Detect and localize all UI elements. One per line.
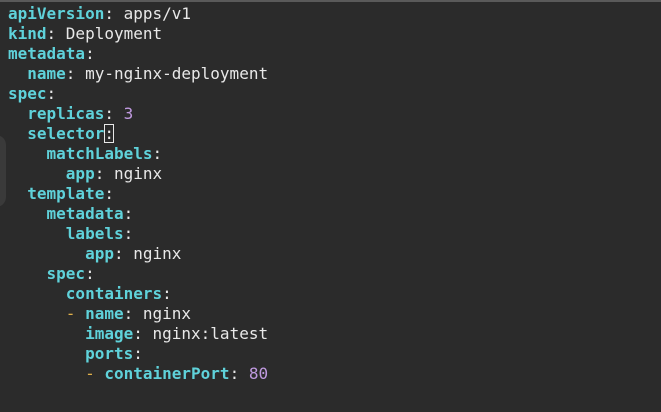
list-dash: - (85, 364, 105, 383)
yaml-key: app (65, 164, 95, 183)
code-line[interactable]: selector: (8, 124, 268, 144)
yaml-key: matchLabels (46, 144, 153, 163)
yaml-separator: : (104, 4, 124, 23)
yaml-separator: : (85, 264, 95, 283)
yaml-separator: : (104, 104, 124, 123)
yaml-key: containers (65, 284, 163, 303)
yaml-key: spec (8, 84, 47, 103)
code-line[interactable]: replicas: 3 (8, 104, 268, 124)
yaml-key: ports (85, 344, 134, 363)
code-line[interactable]: metadata: (8, 44, 268, 64)
code-editor[interactable]: apiVersion: apps/v1 kind: Deployment metad… (0, 0, 661, 412)
yaml-separator: : (85, 44, 95, 63)
yaml-key: name (27, 64, 66, 83)
side-panel-handle[interactable] (0, 135, 6, 207)
yaml-separator: : (162, 284, 172, 303)
code-line[interactable]: spec: (8, 264, 268, 284)
yaml-separator: : (133, 344, 143, 363)
code-line[interactable]: template: (8, 184, 268, 204)
yaml-key: metadata (8, 44, 86, 63)
yaml-separator: : (113, 244, 134, 263)
yaml-separator: : (65, 64, 86, 83)
yaml-key: apiVersion (8, 4, 105, 23)
yaml-separator: : (123, 204, 134, 223)
yaml-value: nginx (113, 164, 163, 183)
code-line[interactable]: labels: (8, 224, 268, 244)
yaml-value: my-nginx-deployment (85, 64, 269, 83)
editor-top-border (0, 0, 661, 2)
yaml-separator: : (46, 24, 66, 43)
yaml-key: metadata (46, 204, 124, 223)
code-line[interactable]: ports: (8, 344, 268, 364)
yaml-key: kind (8, 24, 47, 43)
code-line[interactable]: name: my-nginx-deployment (8, 64, 268, 84)
code-line[interactable]: spec: (8, 84, 268, 104)
code-line[interactable]: - name: nginx (8, 304, 268, 324)
yaml-key: image (85, 324, 134, 343)
yaml-value: apps/v1 (123, 4, 192, 23)
yaml-key: containerPort (104, 364, 230, 383)
yaml-value: 3 (123, 104, 134, 123)
code-line[interactable]: app: nginx (8, 244, 268, 264)
yaml-value: 80 (248, 364, 269, 383)
code-line[interactable]: apiVersion: apps/v1 (8, 4, 268, 24)
yaml-separator: : (46, 84, 57, 103)
yaml-key: template (27, 184, 105, 203)
code-line[interactable]: image: nginx:latest (8, 324, 268, 344)
yaml-key: selector (27, 124, 105, 143)
code-area[interactable]: apiVersion: apps/v1 kind: Deployment metad… (8, 4, 268, 384)
yaml-separator: : (229, 364, 249, 383)
code-line[interactable]: metadata: (8, 204, 268, 224)
code-line[interactable]: containers: (8, 284, 268, 304)
yaml-value: nginx:latest (152, 324, 269, 343)
yaml-key: labels (65, 224, 124, 243)
yaml-separator: : (104, 124, 114, 143)
code-line[interactable]: matchLabels: (8, 144, 268, 164)
list-dash: - (65, 304, 86, 323)
yaml-separator: : (133, 324, 153, 343)
yaml-separator: : (94, 164, 114, 183)
yaml-separator: : (104, 184, 114, 203)
yaml-key: spec (46, 264, 86, 283)
yaml-key: app (85, 244, 114, 263)
yaml-key: replicas (27, 104, 105, 123)
yaml-value: nginx (133, 244, 182, 263)
code-line[interactable]: app: nginx (8, 164, 268, 184)
yaml-separator: : (152, 144, 163, 163)
yaml-key: name (85, 304, 124, 323)
code-line[interactable]: kind: Deployment (8, 24, 268, 44)
yaml-value: Deployment (65, 24, 163, 43)
yaml-separator: : (123, 304, 143, 323)
code-line[interactable]: - containerPort: 80 (8, 364, 268, 384)
yaml-value: nginx (142, 304, 192, 323)
yaml-separator: : (123, 224, 134, 243)
